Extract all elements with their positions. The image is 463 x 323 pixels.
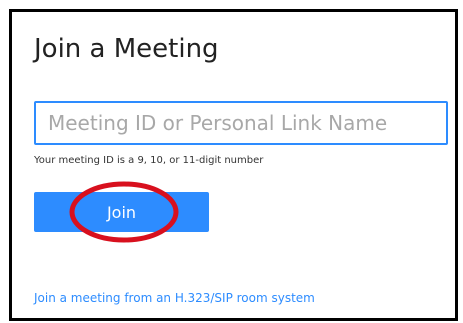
join-button[interactable]: Join [34,192,209,232]
meeting-id-input[interactable] [34,101,448,145]
meeting-id-hint: Your meeting ID is a 9, 10, or 11-digit … [34,155,264,166]
h323-sip-room-link[interactable]: Join a meeting from an H.323/SIP room sy… [34,291,315,305]
page-title: Join a Meeting [34,34,219,64]
join-meeting-window: Join a Meeting Your meeting ID is a 9, 1… [9,9,458,321]
join-button-label: Join [106,202,137,222]
